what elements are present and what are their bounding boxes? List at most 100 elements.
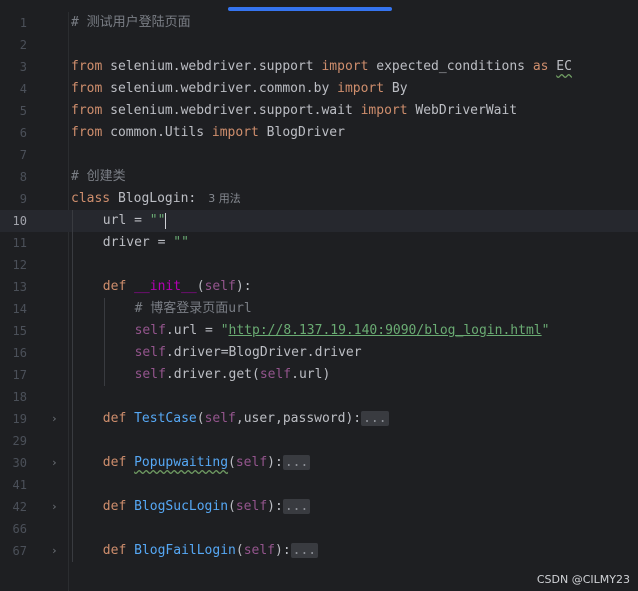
- code-text[interactable]: # 创建类: [71, 166, 126, 188]
- collapsed-block[interactable]: ...: [361, 411, 389, 426]
- code-line[interactable]: 16 self.driver=BlogDriver.driver: [0, 342, 638, 364]
- code-editor[interactable]: 1 # 测试用户登陆页面 2 3 from selenium.webdriver.sup…: [0, 0, 638, 591]
- line-number: 11: [12, 236, 27, 250]
- line-number: 13: [12, 280, 27, 294]
- code-token: class: [71, 191, 111, 206]
- code-token: .url): [291, 367, 331, 382]
- indent-guide: [103, 298, 105, 386]
- code-text[interactable]: def __init__(self):: [103, 276, 252, 298]
- code-line[interactable]: 2: [0, 34, 638, 56]
- code-token: "": [149, 213, 166, 228]
- code-line-current[interactable]: 10 url = "": [0, 210, 638, 232]
- code-line[interactable]: 67 › def BlogFailLogin(self):...: [0, 540, 638, 562]
- code-text[interactable]: def Popupwaiting(self):...: [103, 452, 311, 474]
- fold-chevron-icon[interactable]: ›: [51, 496, 58, 518]
- line-number: 14: [12, 302, 27, 316]
- line-number: 5: [19, 104, 27, 118]
- code-token: ,user,password):: [235, 411, 362, 426]
- code-token: http://8.137.19.140:9090/blog_login.html: [228, 323, 542, 338]
- code-token: def: [102, 543, 127, 558]
- code-text[interactable]: def BlogFailLogin(self):...: [102, 540, 319, 562]
- code-token: Popupwaiting: [134, 455, 229, 470]
- code-line[interactable]: 8 # 创建类: [0, 166, 638, 188]
- code-line[interactable]: 14 # 博客登录页面url: [0, 298, 638, 320]
- code-token: (: [228, 455, 236, 470]
- code-text[interactable]: self.driver=BlogDriver.driver: [135, 342, 362, 364]
- code-line[interactable]: 11 driver = "": [0, 232, 638, 254]
- line-number: 8: [19, 170, 27, 184]
- code-line[interactable]: 66: [0, 518, 638, 540]
- fold-chevron-icon[interactable]: ›: [51, 452, 58, 474]
- code-token: ": [220, 323, 229, 338]
- code-line[interactable]: 18: [0, 386, 638, 408]
- code-text[interactable]: driver = "": [103, 232, 189, 254]
- collapsed-block[interactable]: ...: [282, 455, 311, 470]
- editor-tab-strip: [0, 0, 638, 12]
- code-text[interactable]: self.url = "http://8.137.19.140:9090/blo…: [135, 320, 550, 342]
- code-text[interactable]: def TestCase(self,user,password):...: [103, 408, 389, 430]
- code-token: def: [102, 455, 127, 470]
- line-number: 16: [12, 346, 27, 360]
- code-token: from: [71, 103, 103, 118]
- code-token: # 测试用户登陆页面: [71, 15, 191, 30]
- line-number: 1: [19, 16, 27, 30]
- code-token: __init__: [134, 279, 197, 294]
- line-number: 17: [12, 368, 27, 382]
- code-text[interactable]: self.driver.get(self.url): [135, 364, 331, 386]
- code-token: ):: [267, 499, 283, 514]
- line-number: 4: [19, 82, 27, 96]
- code-text[interactable]: def BlogSucLogin(self):...: [103, 496, 311, 518]
- code-text[interactable]: # 测试用户登陆页面: [71, 12, 191, 34]
- code-token: # 创建类: [71, 169, 126, 184]
- line-number: 19: [12, 412, 27, 426]
- code-token: BlogFailLogin: [134, 543, 236, 558]
- code-line[interactable]: 17 self.driver.get(self.url): [0, 364, 638, 386]
- code-token: (: [228, 499, 236, 514]
- code-line[interactable]: 3 from selenium.webdriver.support import …: [0, 56, 638, 78]
- code-line[interactable]: 30 › def Popupwaiting(self):...: [0, 452, 638, 474]
- code-token: self: [134, 367, 166, 382]
- code-line[interactable]: 15 self.url = "http://8.137.19.140:9090/b…: [0, 320, 638, 342]
- collapsed-block[interactable]: ...: [290, 543, 319, 558]
- line-number: 9: [19, 192, 27, 206]
- code-token: import: [360, 103, 408, 118]
- code-line[interactable]: 41: [0, 474, 638, 496]
- code-token: ": [541, 323, 550, 338]
- code-line[interactable]: 13 def __init__(self):: [0, 276, 638, 298]
- code-token: expected_conditions: [368, 59, 533, 74]
- code-line[interactable]: 6 from common.Utils import BlogDriver: [0, 122, 638, 144]
- code-token: selenium.webdriver.support: [102, 59, 322, 74]
- code-token: .driver=BlogDriver.driver: [165, 345, 362, 360]
- code-line[interactable]: 7: [0, 144, 638, 166]
- code-lines[interactable]: 1 # 测试用户登陆页面 2 3 from selenium.webdriver.sup…: [0, 12, 638, 562]
- fold-chevron-icon[interactable]: ›: [51, 540, 58, 562]
- code-token: self: [204, 411, 236, 426]
- code-token: ):: [275, 543, 291, 558]
- code-token: self: [235, 499, 268, 514]
- code-line[interactable]: 4 from selenium.webdriver.common.by impor…: [0, 78, 638, 100]
- code-token: .driver.get(: [165, 367, 260, 382]
- code-token: BlogLogin:: [110, 191, 197, 206]
- code-token: from: [71, 125, 103, 140]
- indent-guide: [72, 210, 73, 562]
- code-text[interactable]: # 博客登录页面url: [135, 298, 252, 320]
- collapsed-block[interactable]: ...: [282, 499, 311, 514]
- code-line[interactable]: 29: [0, 430, 638, 452]
- code-text[interactable]: from selenium.webdriver.common.by import…: [71, 78, 408, 100]
- code-token: (: [196, 411, 205, 426]
- code-line[interactable]: 5 from selenium.webdriver.support.wait im…: [0, 100, 638, 122]
- code-token: # 博客登录页面url: [134, 301, 252, 316]
- code-line[interactable]: 42 › def BlogSucLogin(self):...: [0, 496, 638, 518]
- code-text[interactable]: url = "": [103, 210, 167, 232]
- code-token: from: [71, 59, 103, 74]
- code-line[interactable]: 19 › def TestCase(self,user,password):...: [0, 408, 638, 430]
- code-line[interactable]: 12: [0, 254, 638, 276]
- line-number: 7: [19, 148, 27, 162]
- code-text[interactable]: class BlogLogin: 3 用法: [71, 188, 241, 210]
- code-text[interactable]: from selenium.webdriver.support.wait imp…: [71, 100, 517, 122]
- code-text[interactable]: from common.Utils import BlogDriver: [71, 122, 345, 144]
- code-text[interactable]: from selenium.webdriver.support import e…: [71, 56, 572, 78]
- code-line[interactable]: 9 class BlogLogin: 3 用法: [0, 188, 638, 210]
- code-line[interactable]: 1 # 测试用户登陆页面: [0, 12, 638, 34]
- fold-chevron-icon[interactable]: ›: [51, 408, 58, 430]
